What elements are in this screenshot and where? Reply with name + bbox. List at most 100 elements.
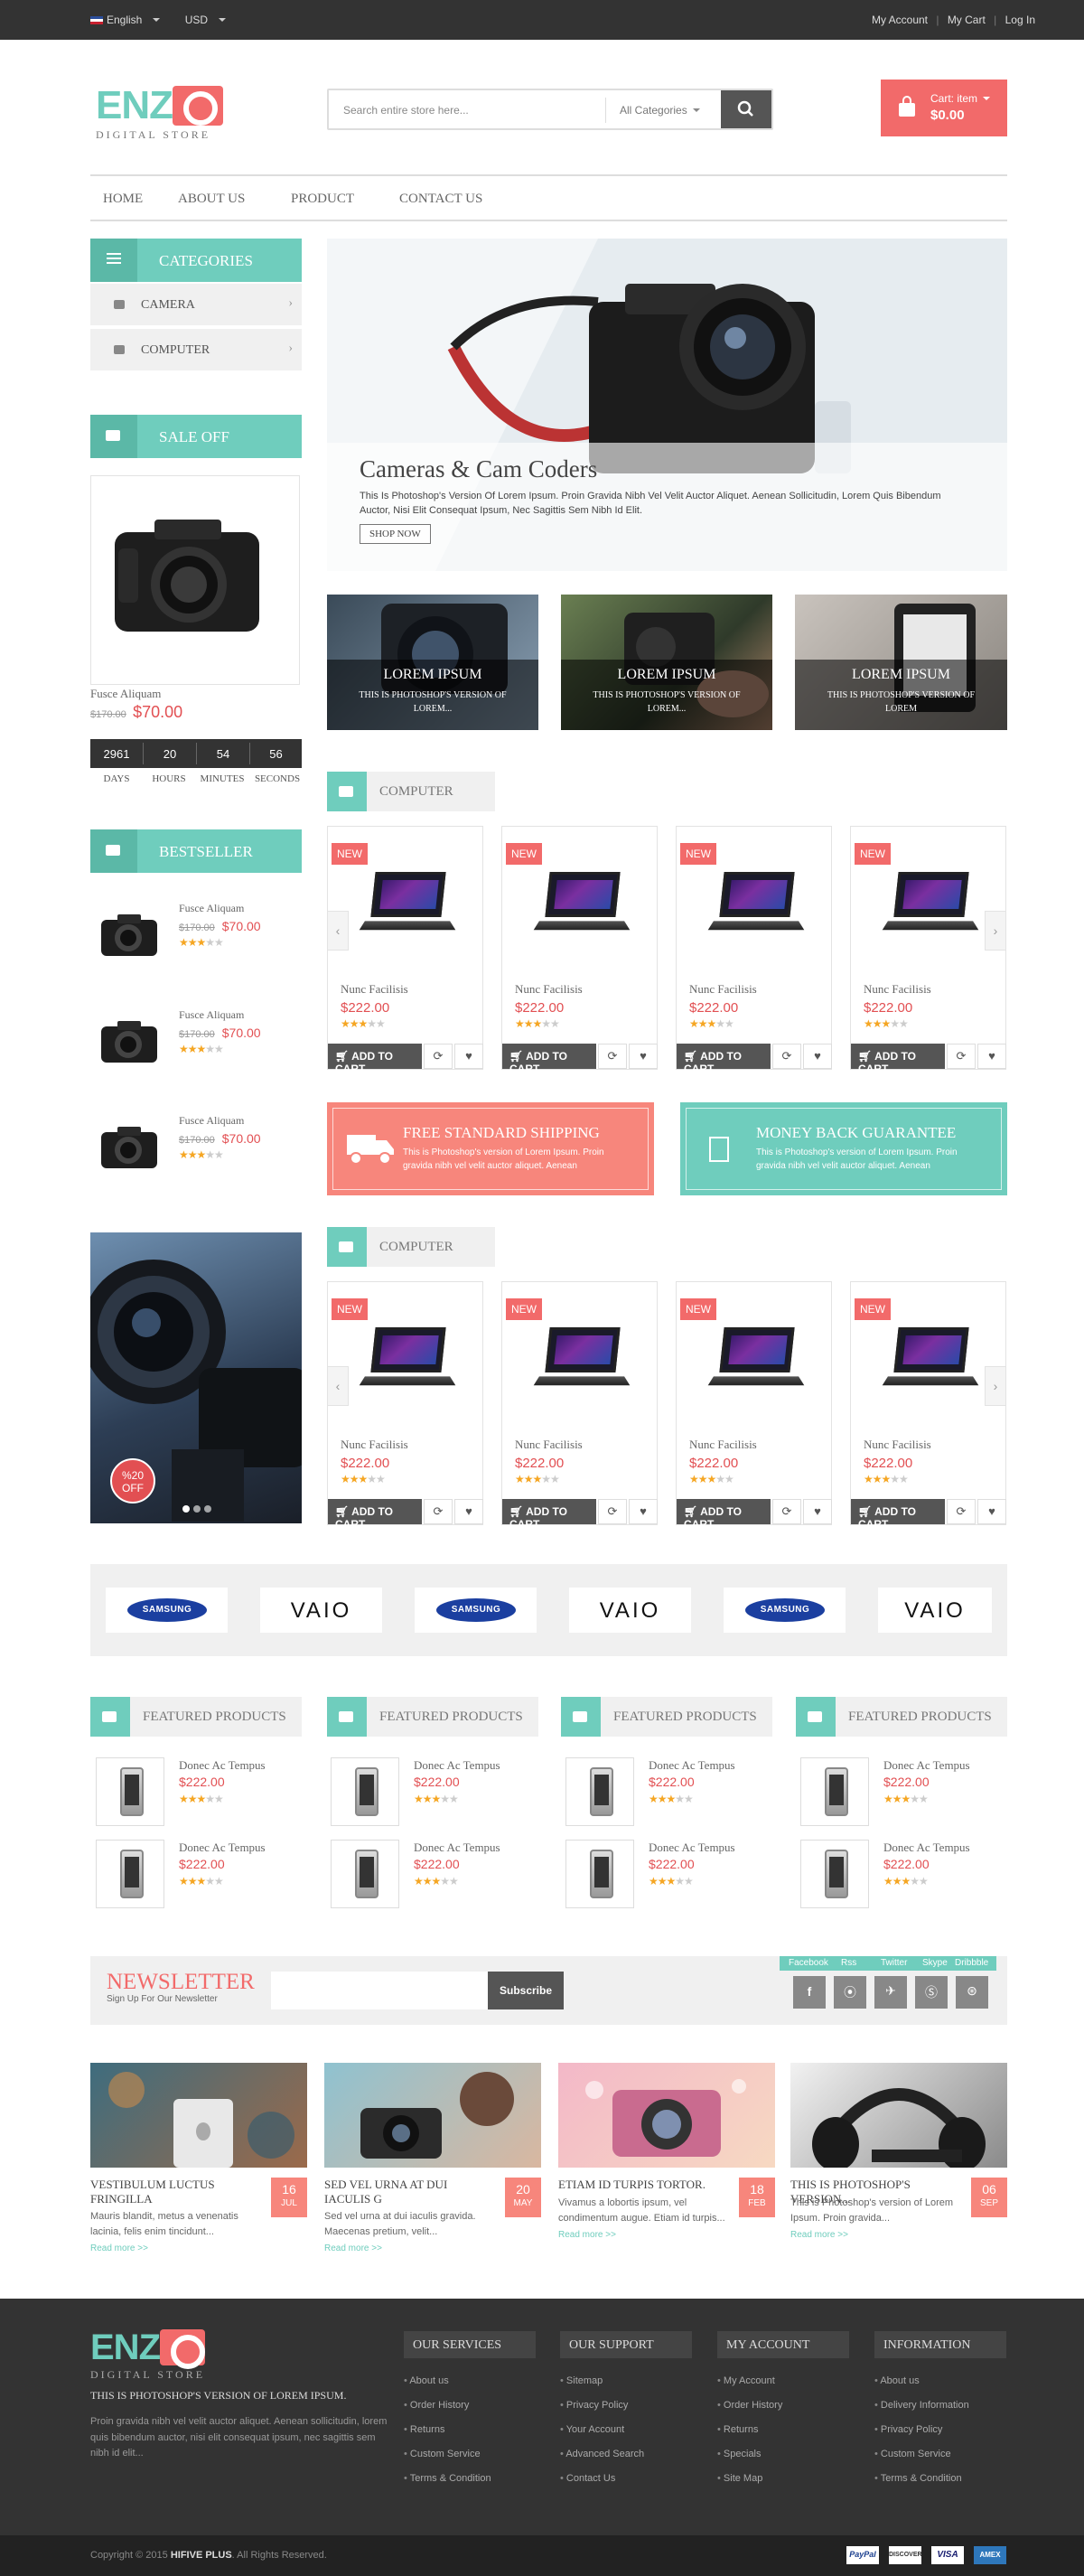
footer-link[interactable]: Your Account bbox=[560, 2424, 624, 2435]
footer-link[interactable]: My Account bbox=[717, 2375, 775, 2386]
blog-title[interactable]: ETIAM ID TURPIS TORTOR. bbox=[558, 2178, 730, 2192]
my-cart-link[interactable]: My Cart bbox=[948, 14, 986, 26]
compare-button[interactable]: ⟳ bbox=[598, 1044, 627, 1069]
footer-link[interactable]: Custom Service bbox=[404, 2449, 481, 2459]
facebook-button[interactable]: f bbox=[793, 1976, 826, 2009]
product-card[interactable]: NEW Nunc Facilisis $222.00 ★★★★★ 🛒︎ ADD … bbox=[327, 1281, 483, 1531]
search-button[interactable] bbox=[721, 90, 771, 128]
menu-item-home[interactable]: HOME bbox=[103, 192, 143, 207]
brand-logo-vaio[interactable]: VAIO bbox=[569, 1588, 691, 1633]
compare-button[interactable]: ⟳ bbox=[424, 1044, 453, 1069]
carousel-prev-button[interactable]: ‹ bbox=[327, 1366, 349, 1406]
brand-logo-samsung[interactable]: SAMSUNG bbox=[724, 1588, 846, 1633]
blog-title[interactable]: VESTIBULUM LUCTUS FRINGILLA bbox=[90, 2178, 262, 2207]
wishlist-button[interactable]: ♥ bbox=[454, 1499, 483, 1524]
product-name[interactable]: Donec Ac Tempus bbox=[414, 1758, 500, 1773]
compare-button[interactable]: ⟳ bbox=[947, 1499, 976, 1524]
wishlist-button[interactable]: ♥ bbox=[803, 1044, 832, 1069]
menu-item-product[interactable]: PRODUCT bbox=[291, 192, 354, 207]
bestseller-item[interactable]: Fusce Aliquam $170.00 $70.00 ★★★★★ bbox=[90, 895, 302, 976]
category-item-camera[interactable]: CAMERA › bbox=[90, 284, 302, 327]
product-thumbnail[interactable] bbox=[800, 1757, 869, 1826]
currency-selector[interactable]: USD bbox=[185, 14, 227, 26]
footer-link[interactable]: Contact Us bbox=[560, 2473, 615, 2484]
twitter-button[interactable]: ✈︎ bbox=[874, 1976, 907, 2009]
brand-logo-vaio[interactable]: VAIO bbox=[878, 1588, 992, 1633]
sale-product-name[interactable]: Fusce Aliquam bbox=[90, 687, 161, 701]
hero-slider[interactable]: Cameras & Cam Coders This Is Photoshop's… bbox=[327, 239, 1007, 571]
search-input[interactable]: Search entire store here... bbox=[343, 104, 469, 117]
carousel-next-button[interactable]: › bbox=[985, 1366, 1006, 1406]
product-thumbnail[interactable] bbox=[96, 1840, 164, 1908]
dribbble-button[interactable]: ⊛ bbox=[956, 1976, 988, 2009]
product-card[interactable]: NEW Nunc Facilisis $222.00 ★★★★★ 🛒︎ ADD … bbox=[501, 826, 658, 1075]
footer-link[interactable]: Custom Service bbox=[874, 2449, 951, 2459]
product-thumbnail[interactable] bbox=[565, 1757, 634, 1826]
shop-now-button[interactable]: SHOP NOW bbox=[360, 524, 431, 544]
add-to-cart-button[interactable]: 🛒︎ ADD TO CART bbox=[851, 1044, 945, 1075]
site-logo[interactable]: ENZ DIGITAL STORE bbox=[96, 86, 223, 142]
compare-button[interactable]: ⟳ bbox=[772, 1499, 801, 1524]
product-name[interactable]: Donec Ac Tempus bbox=[649, 1841, 735, 1855]
blog-image[interactable] bbox=[90, 2063, 307, 2168]
product-card[interactable]: NEW Nunc Facilisis $222.00 ★★★★★ 🛒︎ ADD … bbox=[676, 1281, 832, 1531]
footer-link[interactable]: Order History bbox=[717, 2400, 782, 2411]
product-name[interactable]: Donec Ac Tempus bbox=[883, 1758, 970, 1773]
my-account-link[interactable]: My Account bbox=[872, 14, 928, 26]
bestseller-item[interactable]: Fusce Aliquam $170.00 $70.00 ★★★★★ bbox=[90, 1107, 302, 1188]
menu-item-contact[interactable]: CONTACT US bbox=[399, 192, 482, 207]
blog-image[interactable] bbox=[324, 2063, 541, 2168]
product-card[interactable]: NEW Nunc Facilisis $222.00 ★★★★★ 🛒︎ ADD … bbox=[850, 1281, 1006, 1531]
free-shipping-banner[interactable]: FREE STANDARD SHIPPING This is Photoshop… bbox=[327, 1102, 654, 1195]
product-name[interactable]: Donec Ac Tempus bbox=[414, 1841, 500, 1855]
add-to-cart-button[interactable]: 🛒︎ ADD TO CART bbox=[502, 1499, 596, 1531]
copyright-brand[interactable]: HIFIVE PLUS bbox=[171, 2550, 232, 2561]
carousel-prev-button[interactable]: ‹ bbox=[327, 911, 349, 951]
product-thumbnail[interactable] bbox=[331, 1840, 399, 1908]
footer-link[interactable]: Delivery Information bbox=[874, 2400, 969, 2411]
wishlist-button[interactable]: ♥ bbox=[454, 1044, 483, 1069]
compare-button[interactable]: ⟳ bbox=[772, 1044, 801, 1069]
footer-link[interactable]: Site Map bbox=[717, 2473, 762, 2484]
sale-product-image[interactable] bbox=[90, 475, 300, 685]
read-more-link[interactable]: Read more >> bbox=[558, 2230, 616, 2240]
footer-link[interactable]: Terms & Condition bbox=[874, 2473, 962, 2484]
wishlist-button[interactable]: ♥ bbox=[977, 1499, 1006, 1524]
language-selector[interactable]: English bbox=[90, 14, 161, 26]
skype-button[interactable]: Ⓢ bbox=[915, 1976, 948, 2009]
menu-item-about[interactable]: ABOUT US bbox=[178, 192, 245, 207]
footer-link[interactable]: About us bbox=[404, 2375, 448, 2386]
footer-link[interactable]: Terms & Condition bbox=[404, 2473, 491, 2484]
promo-banner-3[interactable]: LOREM IPSUM THIS IS PHOTOSHOP'S VERSION … bbox=[795, 595, 1007, 730]
footer-link[interactable]: Advanced Search bbox=[560, 2449, 644, 2459]
login-link[interactable]: Log In bbox=[1005, 14, 1035, 26]
blog-image[interactable] bbox=[790, 2063, 1007, 2168]
product-thumbnail[interactable] bbox=[96, 1757, 164, 1826]
slider-dot[interactable] bbox=[193, 1505, 201, 1513]
read-more-link[interactable]: Read more >> bbox=[324, 2243, 382, 2253]
wishlist-button[interactable]: ♥ bbox=[629, 1499, 658, 1524]
footer-link[interactable]: Privacy Policy bbox=[874, 2424, 942, 2435]
compare-button[interactable]: ⟳ bbox=[947, 1044, 976, 1069]
promo-banner-2[interactable]: LOREM IPSUM THIS IS PHOTOSHOP'S VERSION … bbox=[561, 595, 772, 730]
rss-button[interactable]: ⦿ bbox=[834, 1976, 866, 2009]
add-to-cart-button[interactable]: 🛒︎ ADD TO CART bbox=[502, 1044, 596, 1075]
subscribe-button[interactable]: Subscribe bbox=[488, 1972, 564, 2009]
promo-banner-1[interactable]: LOREM IPSUM THIS IS PHOTOSHOP'S VERSION … bbox=[327, 595, 538, 730]
product-name[interactable]: Donec Ac Tempus bbox=[179, 1758, 266, 1773]
product-thumbnail[interactable] bbox=[565, 1840, 634, 1908]
slider-dot[interactable] bbox=[204, 1505, 211, 1513]
cart-button[interactable]: Cart: item $0.00 bbox=[881, 80, 1007, 136]
read-more-link[interactable]: Read more >> bbox=[90, 2243, 148, 2253]
slider-dot[interactable] bbox=[182, 1505, 190, 1513]
blog-title[interactable]: SED VEL URNA AT DUI IACULIS G bbox=[324, 2178, 496, 2207]
product-card[interactable]: NEW Nunc Facilisis $222.00 ★★★★★ 🛒︎ ADD … bbox=[676, 826, 832, 1075]
footer-link[interactable]: Returns bbox=[404, 2424, 445, 2435]
newsletter-email-input[interactable] bbox=[271, 1972, 488, 2009]
brand-logo-samsung[interactable]: SAMSUNG bbox=[415, 1588, 537, 1633]
brand-logo-vaio[interactable]: VAIO bbox=[260, 1588, 382, 1633]
footer-link[interactable]: Privacy Policy bbox=[560, 2400, 628, 2411]
product-thumbnail[interactable] bbox=[800, 1840, 869, 1908]
wishlist-button[interactable]: ♥ bbox=[803, 1499, 832, 1524]
add-to-cart-button[interactable]: 🛒︎ ADD TO CART bbox=[677, 1499, 771, 1531]
